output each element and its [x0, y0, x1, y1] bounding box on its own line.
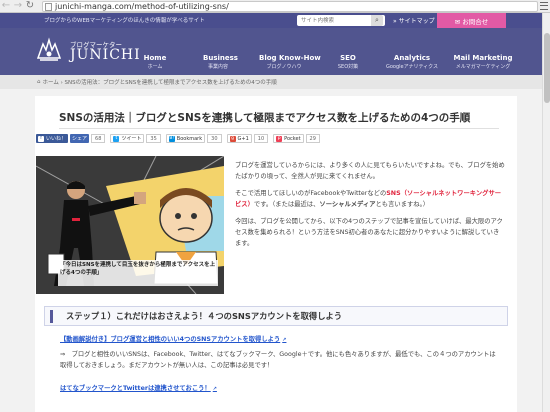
nav-title: Business [203, 54, 238, 62]
breadcrumb-text[interactable]: ホーム › SNSの活用法：ブログとSNSを連携して極限までアクセス数を上げるた… [43, 78, 277, 86]
reload-icon[interactable]: ↻ [24, 0, 36, 12]
step-1-paragraph: ⇒ ブログと相性のいいSNSは、Facebook、Twitter、はてなブックマ… [60, 351, 496, 369]
home-icon: ⌂ [37, 79, 41, 85]
tweet-button[interactable]: t ツイート [110, 134, 145, 143]
page-icon [45, 2, 52, 11]
browser-menu-icon[interactable] [540, 1, 548, 11]
pocket-button[interactable]: p Pocket [273, 134, 304, 143]
hero-caption: 「今日はSNSを連携して目玉を抜きから極限までアクセスを上げる4つの手順」 [60, 262, 216, 276]
nav-seo[interactable]: SEO SEO対策 [336, 54, 360, 70]
twitter-icon: t [113, 135, 120, 142]
intro-paragraph-2: そこで活用してほしいのがFacebookやTwitterなどのSNS（ソーシャル… [235, 190, 502, 208]
nav-analytics[interactable]: Analytics Googleアナリティクス [385, 54, 439, 70]
page-scrollbar[interactable] [542, 13, 550, 412]
main-navigation: ブログマーケター JUNICHI Home ホーム Business 事業内容 … [0, 28, 542, 75]
breadcrumb: ⌂ ホーム › SNSの活用法：ブログとSNSを連携して極限までアクセス数を上げ… [0, 75, 542, 89]
nav-subtitle: ホーム [147, 64, 163, 70]
nav-title: Mail Marketing [453, 54, 513, 62]
intro-text: ブログを運営しているからには、より多くの人に見てもらいたいですよね。でも、ブログ… [235, 160, 505, 255]
url-text[interactable]: junichi-manga.com/method-of-utilizing-sn… [55, 2, 229, 11]
site-search: ⌕ [297, 15, 385, 26]
step-1-heading: ステップ１）これだけはおさえよう！４つのSNSアカウントを取得しよう [44, 306, 508, 326]
social-media-highlight: ソーシャルメディア [319, 201, 376, 208]
browser-toolbar: ← → ↻ junichi-manga.com/method-of-utiliz… [0, 0, 550, 13]
google-plus-button[interactable]: g G+1 [226, 134, 252, 143]
top-strip: ブログからのWEBマーケティングのほんきの情報が学べるサイト ⌕ » サイトマッ… [0, 13, 542, 28]
hatena-twitter-link[interactable]: はてなブックマークとTwitterは連携させておこう！ ↗ [60, 383, 217, 392]
sitemap-link[interactable]: » サイトマップ [393, 16, 435, 25]
nav-subtitle: Googleアナリティクス [385, 64, 439, 70]
search-icon[interactable]: ⌕ [371, 15, 383, 26]
external-link-icon: ↗ [282, 337, 287, 343]
nav-home[interactable]: Home ホーム [143, 54, 167, 70]
lion-logo-icon [36, 37, 62, 61]
nav-title: Blog Know-How [259, 54, 321, 62]
article-card: SNSの活用法｜ブログとSNSを連携して極限までアクセス数を上げるための4つの手… [35, 96, 517, 412]
tweet-label: ツイート [121, 136, 142, 142]
nav-subtitle: SEO対策 [337, 64, 359, 70]
external-link-icon: ↗ [212, 386, 217, 392]
scrollbar-thumb[interactable] [544, 33, 550, 103]
facebook-share-button[interactable]: シェア [70, 134, 90, 143]
facebook-icon: f [38, 135, 44, 142]
intro-paragraph-3: 今回は、ブログを公開してから、以下の4つのステップで記事を宣伝していけば、最大限… [235, 218, 503, 247]
google-plus-icon: g [229, 135, 236, 142]
nav-subtitle: 事業内容 [207, 64, 228, 70]
nav-subtitle: ブログノウハウ [266, 64, 302, 70]
nav-title: Analytics [393, 54, 431, 62]
logo-title: JUNICHI [70, 47, 141, 63]
title-divider [59, 128, 499, 129]
contact-button[interactable]: ✉ お問合せ [437, 13, 506, 28]
gplus-count: 10 [253, 134, 269, 143]
hatena-count: 30 [207, 134, 222, 143]
intro-paragraph-1: ブログを運営しているからには、より多くの人に見てもらいたいですよね。でも、ブログ… [235, 162, 505, 180]
forward-arrow-icon[interactable]: → [12, 0, 24, 12]
hatena-bookmark-button[interactable]: B! Bookmark [165, 134, 206, 143]
pocket-icon: p [276, 135, 283, 142]
page: ブログからのWEBマーケティングのほんきの情報が学べるサイト ⌕ » サイトマッ… [0, 13, 542, 412]
hatena-label: Bookmark [176, 135, 203, 142]
site-logo[interactable]: ブログマーケター JUNICHI [34, 36, 154, 66]
nav-title: Home [143, 54, 167, 62]
facebook-count: 68 [91, 134, 106, 143]
share-buttons: f いいね！ シェア 68 t ツイート 35 B! Bookmark 30 g… [36, 134, 325, 143]
article-title: SNSの活用法｜ブログとSNSを連携して極限までアクセス数を上げるための4つの手… [59, 112, 471, 124]
hero-illustration: 「今日はSNSを連携して目玉を抜きから極限までアクセスを上げる4つの手順」 [36, 156, 224, 294]
address-bar[interactable]: junichi-manga.com/method-of-utilizing-sn… [42, 1, 538, 12]
back-arrow-icon[interactable]: ← [0, 0, 12, 12]
site-tagline: ブログからのWEBマーケティングのほんきの情報が学べるサイト [44, 18, 205, 24]
facebook-like-button[interactable]: f いいね！ [36, 134, 69, 143]
nav-title: SEO [340, 54, 356, 62]
like-label: いいね！ [46, 136, 67, 142]
hatena-icon: B! [168, 135, 175, 142]
video-guide-link[interactable]: 【動画解説付き】ブログ運営と相性のいい4つのSNSアカウントを取得しよう ↗ [60, 334, 286, 343]
tweet-count: 35 [146, 134, 161, 143]
nav-subtitle: メルマガマーケティング [455, 64, 511, 70]
nav-mail-marketing[interactable]: Mail Marketing メルマガマーケティング [452, 54, 514, 70]
pocket-count: 29 [305, 134, 320, 143]
gplus-label: G+1 [237, 135, 249, 142]
search-input[interactable] [297, 15, 371, 26]
pocket-label: Pocket [284, 135, 301, 142]
nav-business[interactable]: Business 事業内容 [203, 54, 238, 70]
nav-blog-know-how[interactable]: Blog Know-How ブログノウハウ [259, 54, 321, 70]
